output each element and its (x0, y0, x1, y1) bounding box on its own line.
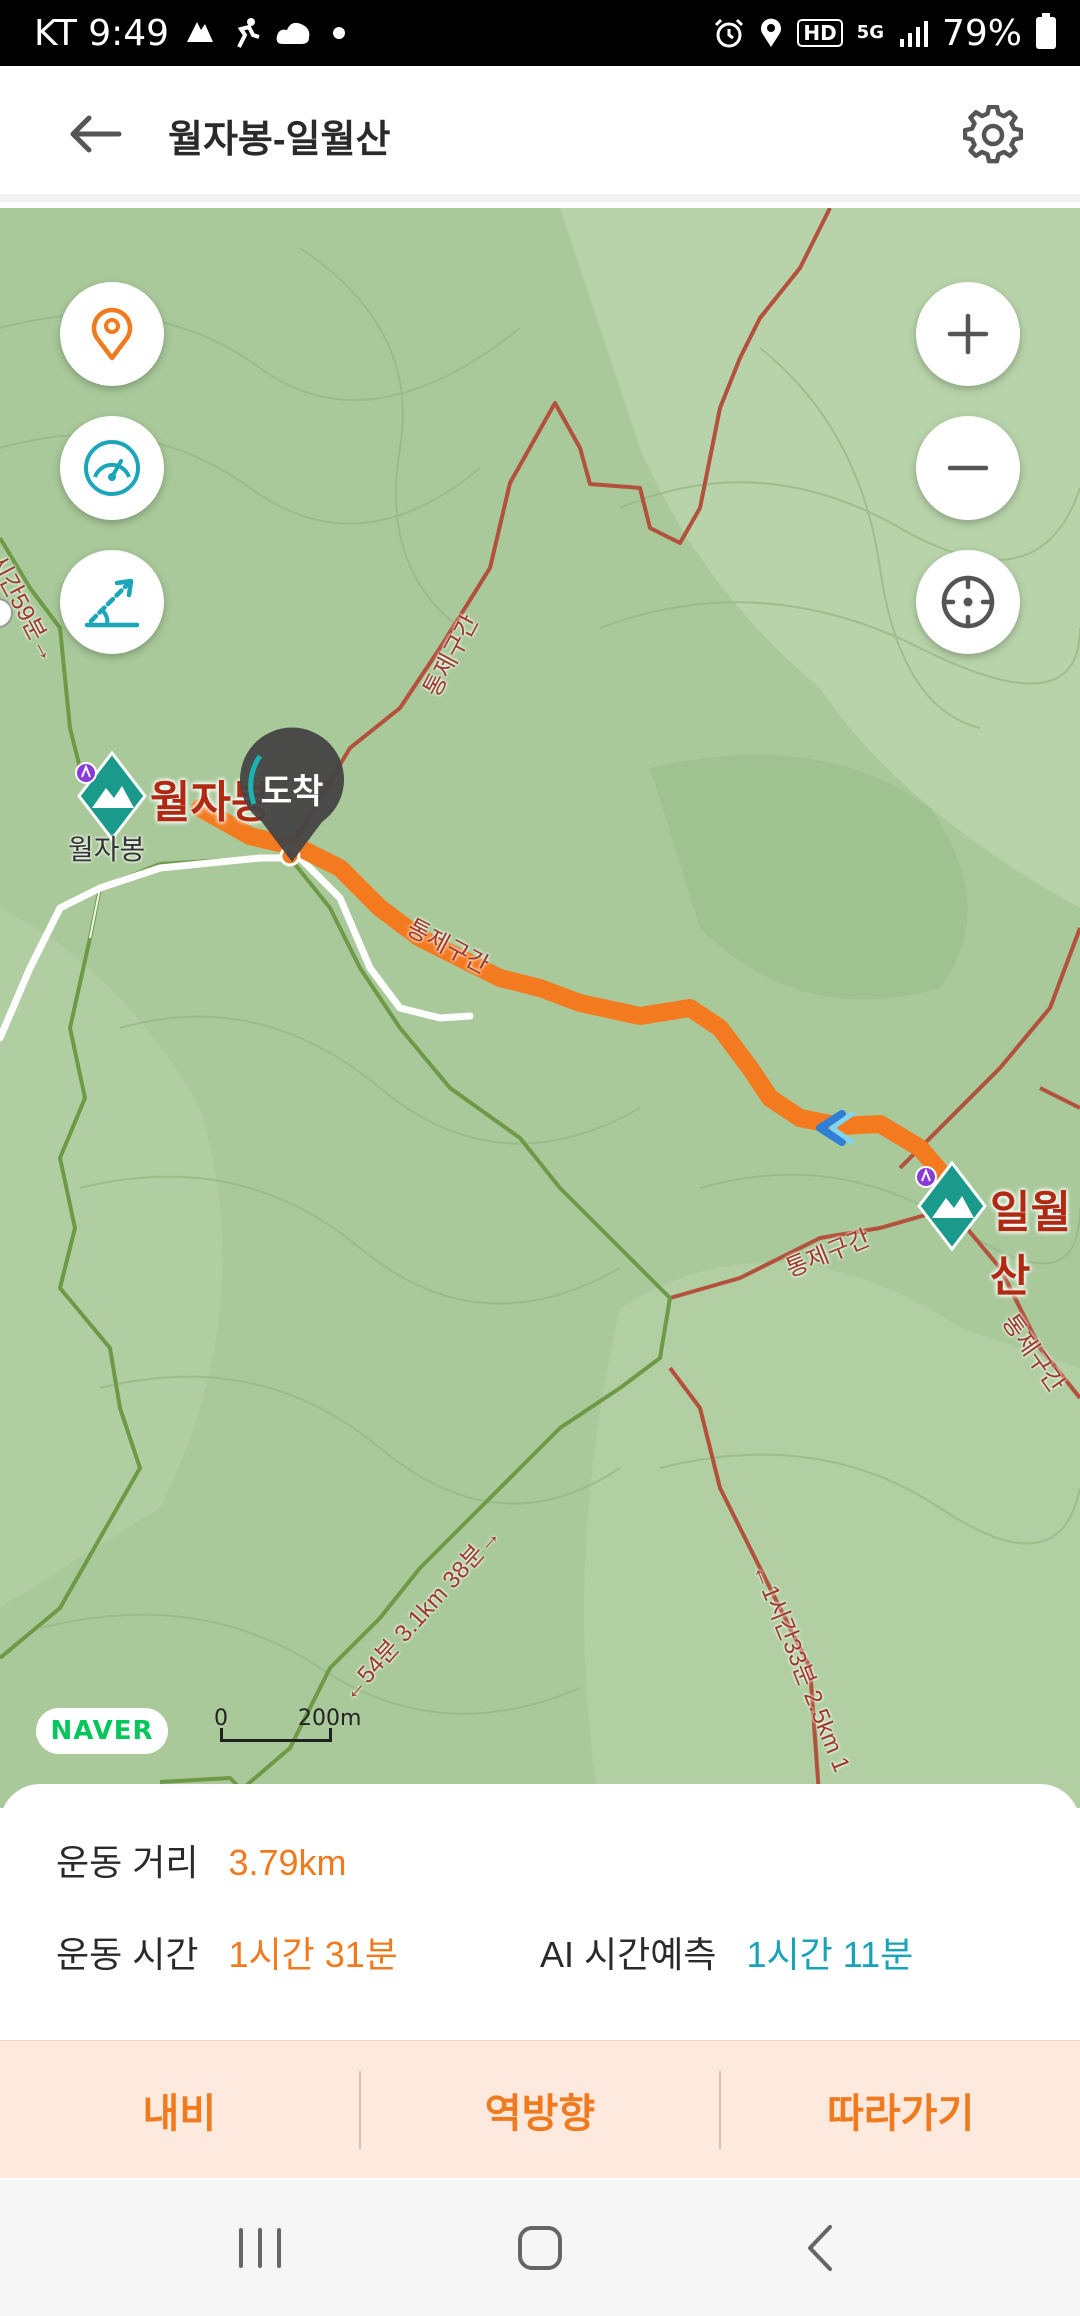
trail-map[interactable]: 월자봉 월자봉 일월산 통제구간 통제구간 통제구간 통제구간 시간59분→ ←… (0, 208, 1080, 1808)
zoom-in-icon (947, 313, 989, 355)
battery-percent: 79% (941, 12, 1022, 54)
hd-voice-badge: HD (797, 19, 843, 47)
ai-estimate-label: AI 시간예측 (540, 1934, 717, 1975)
peak-sublabel-woljabong: 월자봉 (68, 834, 146, 865)
my-location-button[interactable] (60, 282, 164, 386)
home-button[interactable] (480, 2203, 600, 2293)
distance-row: 운동 거리 3.79km (56, 1834, 347, 1886)
home-icon (518, 2226, 562, 2270)
page-title: 월자봉-일월산 (168, 119, 391, 161)
slope-button[interactable] (60, 550, 164, 654)
time-row: 운동 시간 1시간 31분 (56, 1926, 398, 1978)
status-bar: KT 9:49 HD 5G 79% (0, 0, 1080, 66)
gear-icon (963, 105, 1023, 164)
distance-value: 3.79km (228, 1842, 347, 1883)
arrival-marker[interactable]: 도착 (236, 726, 348, 866)
recenter-button[interactable] (916, 550, 1020, 654)
system-nav-bar (0, 2180, 1080, 2316)
carrier-time: KT 9:49 (34, 12, 170, 54)
zoom-in-button[interactable] (916, 282, 1020, 386)
zoom-out-icon (947, 465, 989, 471)
notification-dot-icon (333, 27, 346, 39)
time-value: 1시간 31분 (228, 1934, 398, 1975)
settings-button[interactable] (958, 100, 1028, 170)
slope-icon (84, 578, 140, 628)
peak-label-ilwolsan: 일월산 (990, 1188, 1071, 1301)
crosshair-icon (941, 575, 995, 629)
back-icon (808, 2225, 832, 2271)
app-header: 월자봉-일월산 (0, 66, 1080, 202)
signal-icon (898, 19, 928, 47)
navi-button[interactable]: 내비 (0, 2041, 359, 2178)
reverse-button[interactable]: 역방향 (361, 2041, 720, 2178)
distance-label: 운동 거리 (56, 1842, 199, 1883)
ai-estimate-row: AI 시간예측 1시간 11분 (540, 1926, 913, 1978)
action-bar: 내비 역방향 따라가기 (0, 2040, 1080, 2178)
speed-button[interactable] (60, 416, 164, 520)
network-5g-badge: 5G (856, 22, 884, 43)
map-terrain-layer (0, 208, 1080, 1808)
location-icon (759, 17, 783, 49)
battery-icon (1036, 13, 1056, 49)
ai-estimate-value: 1시간 11분 (746, 1934, 914, 1975)
recent-apps-icon (239, 2228, 281, 2268)
arrival-label: 도착 (260, 772, 324, 812)
arrow-left-icon (70, 115, 122, 153)
naver-logo: NAVER (36, 1708, 168, 1754)
map-scale: 0 200m (214, 1706, 361, 1746)
hiking-app-icon (183, 18, 217, 48)
route-info-sheet: 운동 거리 3.79km 운동 시간 1시간 31분 AI 시간예측 1시간 1… (0, 1784, 1080, 2042)
system-back-button[interactable] (760, 2203, 880, 2293)
recent-apps-button[interactable] (200, 2203, 320, 2293)
scale-line (220, 1728, 332, 1742)
status-left: KT 9:49 (34, 12, 346, 54)
back-button[interactable] (60, 102, 130, 166)
runner-icon (231, 17, 261, 49)
alarm-icon (713, 17, 745, 49)
speedometer-icon (84, 440, 140, 496)
location-pin-icon (91, 307, 133, 361)
app-screen: KT 9:49 HD 5G 79% 월자봉-일월산 월자봉 월자봉 일월산 통제… (0, 0, 1080, 2316)
time-label: 운동 시간 (56, 1934, 199, 1975)
cloud-icon (275, 18, 313, 48)
zoom-out-button[interactable] (916, 416, 1020, 520)
status-right: HD 5G 79% (713, 13, 1056, 54)
follow-button[interactable]: 따라가기 (721, 2041, 1080, 2178)
